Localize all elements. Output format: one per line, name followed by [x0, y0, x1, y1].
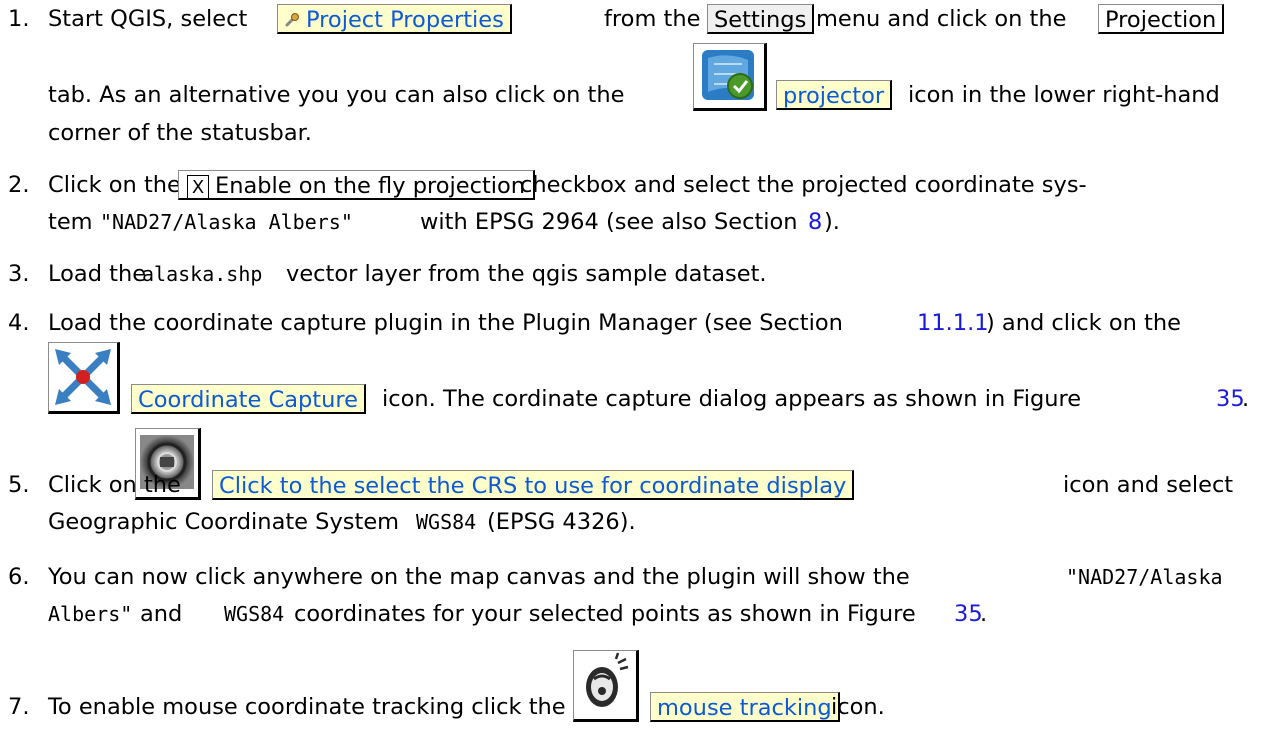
crs-name: Albers" [48, 602, 133, 626]
figure-link[interactable]: 35 [954, 599, 983, 629]
step-text: Load the coordinate capture plugin in th… [48, 310, 843, 336]
step-number: 1. [8, 6, 30, 32]
crs-name: "NAD27/Alaska [1066, 565, 1223, 589]
step-number: 3. [8, 261, 30, 287]
file-name: alaska.shp [142, 262, 263, 286]
step-number: 6. [8, 564, 30, 590]
step-text: and [140, 601, 183, 627]
step-text: To enable mouse coordinate tracking clic… [48, 694, 566, 720]
section-link[interactable]: 8 [808, 207, 822, 237]
mouse-tracking-icon [578, 652, 632, 713]
step-text: . [1242, 386, 1250, 412]
crs-name: "NAD27/Alaska Albers" [100, 210, 353, 234]
projection-tab[interactable]: Projection [1098, 4, 1225, 34]
step-text: checkbox and select the projected coordi… [520, 172, 1087, 198]
step-text: . [980, 601, 988, 627]
coordinate-capture-icon [55, 349, 111, 405]
step-text: Load the [48, 261, 147, 287]
projector-globe-icon [702, 50, 754, 100]
step-text: icon in the lower right-hand [908, 82, 1220, 108]
projector-button[interactable] [693, 43, 767, 111]
mouse-tracking-label: mouse tracking [650, 692, 840, 722]
crs-code: WGS84 [224, 602, 285, 626]
step-text: Start QGIS, select [48, 6, 248, 32]
step-text: ). [824, 209, 840, 235]
enable-on-the-fly-projection-checkbox[interactable]: X Enable on the fly projection [178, 170, 536, 200]
project-properties-button[interactable]: Project Properties [277, 4, 512, 34]
crs-code: WGS84 [416, 510, 477, 534]
step-text: (EPSG 4326). [487, 509, 636, 535]
step-text: You can now click anywhere on the map ca… [48, 564, 910, 590]
step-text: menu and click on the [816, 6, 1067, 32]
settings-menu[interactable]: Settings [707, 4, 815, 34]
step-text: Geographic Coordinate System [48, 509, 400, 535]
step-text: tem [48, 209, 93, 235]
step-text: icon and select [1063, 472, 1234, 498]
step-text: coordinates for your selected points as … [294, 601, 916, 627]
step-text: Click on the [48, 172, 181, 198]
step-text: icon. [831, 694, 885, 720]
step-number: 5. [8, 472, 30, 498]
figure-link[interactable]: 35 [1216, 384, 1245, 414]
checkbox-label: Enable on the fly projection [215, 173, 526, 199]
wrench-icon [285, 13, 299, 27]
step-number: 4. [8, 310, 30, 336]
mouse-tracking-button[interactable] [573, 650, 639, 722]
projector-label: projector [776, 80, 893, 110]
step-text: tab. As an alternative you you can also … [48, 82, 625, 108]
step-text: icon. The cordinate capture dialog appea… [382, 386, 1082, 412]
step-text: ) and click on the [986, 310, 1181, 336]
step-text: with EPSG 2964 (see also Section [420, 209, 798, 235]
coordinate-capture-label: Coordinate Capture [131, 384, 366, 414]
step-text: vector layer from the qgis sample datase… [286, 261, 767, 287]
coordinate-capture-button[interactable] [48, 342, 120, 414]
crs-select-label: Click to the select the CRS to use for c… [212, 470, 855, 500]
section-link[interactable]: 11.1.1 [917, 308, 989, 338]
step-text: Click on the [48, 472, 181, 498]
step-text: from the [604, 6, 701, 32]
step-number: 7. [8, 694, 30, 720]
project-properties-label: Project Properties [306, 7, 504, 33]
step-text: corner of the statusbar. [48, 120, 312, 146]
step-number: 2. [8, 172, 30, 198]
checkbox-mark: X [187, 175, 209, 199]
